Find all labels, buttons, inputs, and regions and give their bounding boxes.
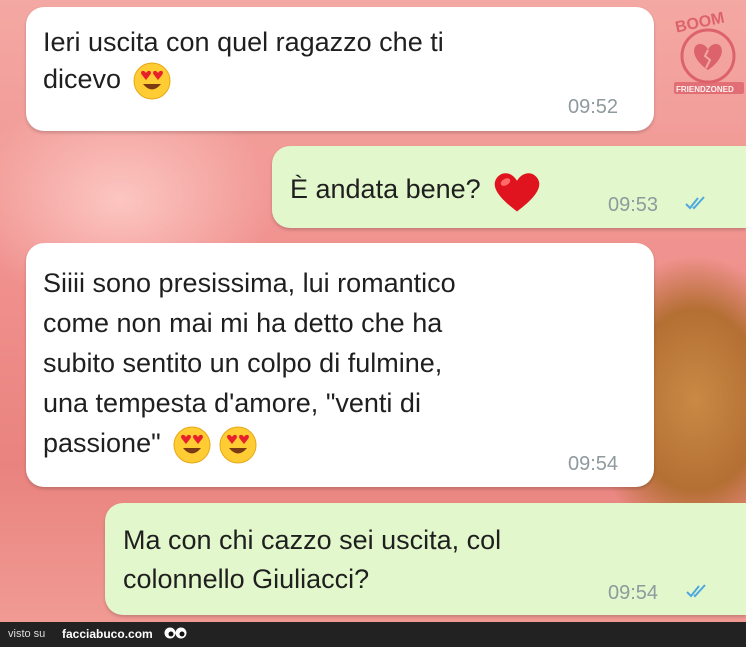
watermark-bottom-text: FRIENDZONED [676, 85, 734, 94]
message-time: 09:53 [608, 194, 659, 216]
message-line: È andata bene? [290, 174, 481, 205]
read-ticks-icon [685, 196, 705, 210]
red-heart-emoji-icon [494, 173, 539, 212]
chat-background: BOOM FRIENDZONED Ieri uscita con quel ra… [0, 0, 746, 622]
message-bubble-outgoing[interactable]: Ma con chi cazzo sei uscita, col colonne… [105, 503, 746, 615]
message-text: Ma con chi cazzo sei uscita, col colonne… [123, 521, 501, 599]
message-line: Siiii sono presissima, lui romantico [43, 268, 456, 298]
read-ticks-icon [686, 584, 706, 598]
message-line: Ma con chi cazzo sei uscita, col [123, 525, 502, 555]
message-line: colonnello Giuliacci? [123, 564, 370, 594]
message-line: dicevo [43, 64, 122, 95]
boom-friendzoned-logo: BOOM FRIENDZONED [674, 10, 744, 94]
message-text: Ieri uscita con quel ragazzo che ti dice… [43, 24, 444, 101]
footer-visto-label: visto su [8, 628, 46, 640]
message-line: una tempesta d'amore, "venti di [43, 388, 421, 418]
message-bubble-outgoing[interactable]: È andata bene? 09:53 [272, 146, 746, 228]
message-line: passione" [43, 428, 161, 458]
message-line: Ieri uscita con quel ragazzo che ti [43, 27, 444, 57]
message-time: 09:54 [568, 453, 619, 475]
footer-bar: visto su facciabuco.com [0, 622, 746, 647]
message-time: 09:54 [608, 582, 659, 604]
message-bubble-incoming[interactable]: Ieri uscita con quel ragazzo che ti dice… [26, 7, 654, 131]
message-time: 09:52 [568, 96, 619, 118]
heart-eyes-emoji-icon [219, 426, 257, 464]
message-text: Siiii sono presissima, lui romantico com… [43, 263, 456, 465]
heart-eyes-emoji-icon [173, 426, 211, 464]
message-line: come non mai mi ha detto che ha [43, 308, 443, 338]
message-text: È andata bene? [290, 168, 543, 214]
heart-eyes-emoji-icon [133, 62, 171, 100]
eyes-logo-icon [164, 627, 187, 639]
message-bubble-incoming[interactable]: Siiii sono presissima, lui romantico com… [26, 243, 654, 487]
footer-brand-link[interactable]: facciabuco.com [62, 622, 153, 647]
message-line: subito sentito un colpo di fulmine, [43, 348, 443, 378]
